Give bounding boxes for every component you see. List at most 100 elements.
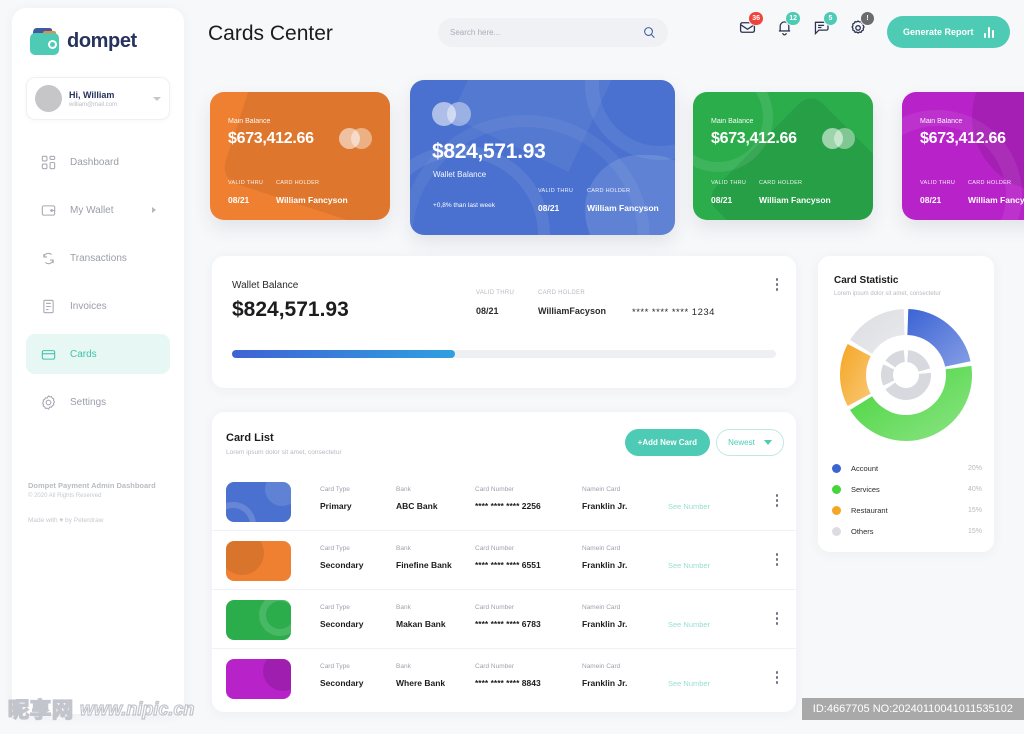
sidebar-nav: Dashboard My Wallet Transactions Invoices Ca…: [12, 142, 184, 422]
column-header-number: Card Number: [475, 486, 515, 493]
table-row[interactable]: Card Type Secondary Bank Finefine Bank Card …: [212, 531, 796, 590]
app-root: dompet Hi, William william@mail.com Dash…: [0, 0, 1024, 734]
card-trend: +0,8% than last week: [433, 202, 495, 209]
column-header-name: Namein Card: [582, 663, 621, 670]
see-number-link[interactable]: See Number: [668, 502, 710, 511]
column-header-type: Card Type: [320, 663, 350, 670]
card-label: Main Balance: [920, 118, 963, 125]
table-row[interactable]: Card Type Primary Bank ABC Bank Card Number *…: [212, 472, 796, 531]
page-title: Cards Center: [208, 22, 333, 45]
profile-greeting: Hi, William: [69, 89, 115, 100]
mail-icon[interactable]: 36: [738, 11, 764, 37]
wallet-holder-value: WilliamFacyson: [538, 306, 606, 316]
column-header-number: Card Number: [475, 604, 515, 611]
footer-title: Dompet Payment Admin Dashboard: [28, 480, 156, 490]
card-valid-value: 08/21: [711, 195, 733, 205]
generate-report-button[interactable]: Generate Report: [886, 16, 1010, 48]
wallet-icon: [40, 202, 57, 219]
sidebar-item-transactions[interactable]: Transactions: [26, 238, 170, 278]
wallet-valid-thru: VALID THRU 08/21: [476, 290, 514, 316]
row-menu-button[interactable]: [775, 553, 778, 566]
settings-alert-icon[interactable]: !: [849, 11, 875, 37]
profile-switcher[interactable]: Hi, William william@mail.com: [26, 77, 170, 120]
legend-color-dot: [832, 527, 841, 536]
card-valid-caption: VALID THRU: [228, 180, 264, 186]
column-header-type: Card Type: [320, 545, 350, 552]
wallet-panel-menu-button[interactable]: [775, 278, 778, 291]
credit-card-green[interactable]: Main Balance $673,412.66 VALID THRU 08/21 CA…: [693, 92, 873, 220]
column-header-number: Card Number: [475, 545, 515, 552]
column-header-bank: Bank: [396, 604, 411, 611]
card-holder-value: William Fancyson: [759, 195, 831, 205]
mastercard-logo-icon: [339, 128, 372, 149]
cell-bank: Finefine Bank: [396, 560, 452, 570]
sidebar-item-settings[interactable]: Settings: [26, 382, 170, 422]
card-holder-caption: CARD HOLDER: [968, 180, 1012, 186]
message-icon[interactable]: 5: [812, 11, 838, 37]
watermark-url: www.nipic.cn: [79, 698, 195, 719]
see-number-link[interactable]: See Number: [668, 679, 710, 688]
row-menu-button[interactable]: [775, 671, 778, 684]
header-icon-group: 36 12 5!: [738, 11, 875, 37]
legend-color-dot: [832, 485, 841, 494]
footer-credit: Made with ♥ by Peterdraw: [28, 517, 104, 524]
sidebar-item-label: Transactions: [70, 252, 127, 264]
see-number-link[interactable]: See Number: [668, 620, 710, 629]
legend-item: Account 20%: [832, 458, 982, 479]
legend-item: Services 40%: [832, 479, 982, 500]
sidebar-item-dashboard[interactable]: Dashboard: [26, 142, 170, 182]
bell-icon[interactable]: 12: [775, 11, 801, 37]
card-holder-caption: CARD HOLDER: [759, 180, 803, 186]
notification-badge: 36: [748, 11, 764, 26]
dashboard-icon: [40, 154, 57, 171]
legend-value: 40%: [967, 486, 982, 493]
column-header-name: Namein Card: [582, 545, 621, 552]
legend-value: 15%: [967, 507, 982, 514]
bar-chart-icon: [983, 26, 994, 38]
table-row[interactable]: Card Type Secondary Bank Makan Bank Card Num…: [212, 590, 796, 649]
card-thumbnail: [226, 659, 291, 699]
see-number-link[interactable]: See Number: [668, 561, 710, 570]
wallet-card-holder: CARD HOLDER WilliamFacyson: [538, 290, 606, 316]
cell-card-type: Secondary: [320, 678, 364, 688]
card-thumbnail: [226, 541, 291, 581]
add-new-card-button[interactable]: +Add New Card: [624, 429, 710, 456]
table-row[interactable]: Card Type Secondary Bank Where Bank Card Num…: [212, 649, 796, 708]
search-icon[interactable]: [643, 26, 656, 39]
wallet-progress-fill: [232, 350, 456, 358]
column-header-number: Card Number: [475, 663, 515, 670]
sidebar-item-my-wallet[interactable]: My Wallet: [26, 190, 170, 230]
search-input[interactable]: [450, 28, 643, 37]
credit-card-blue[interactable]: $824,571.93 Wallet Balance +0,8% than last…: [410, 80, 675, 235]
search-bar[interactable]: [438, 18, 668, 47]
row-menu-button[interactable]: [775, 612, 778, 625]
watermark-logo: 昵享网 www.nipic.cn: [7, 694, 195, 724]
cards-icon: [40, 346, 57, 363]
cell-card-number: **** **** **** 2256: [475, 501, 541, 511]
sidebar-footer: Dompet Payment Admin Dashboard © 2020 Al…: [28, 480, 178, 524]
credit-card-purple[interactable]: Main Balance $673,412.66 VALID THRU 08/21 CA…: [902, 92, 1024, 220]
card-thumbnail: [226, 600, 291, 640]
card-list-panel: Card List Lorem ipsum dolor sit amet, co…: [212, 412, 796, 712]
brand-logo[interactable]: dompet: [12, 8, 184, 55]
notification-badge: 12: [785, 11, 801, 26]
card-holder-caption: CARD HOLDER: [587, 188, 631, 194]
sidebar-item-label: My Wallet: [70, 204, 114, 216]
card-valid-caption: VALID THRU: [920, 180, 956, 186]
card-holder-value: William Fancyson: [276, 195, 348, 205]
sidebar-item-cards[interactable]: Cards: [26, 334, 170, 374]
legend-item: Others 15%: [832, 521, 982, 542]
mastercard-logo-icon: [822, 128, 855, 149]
transactions-icon: [40, 250, 57, 267]
chevron-down-icon: [763, 440, 772, 445]
cell-card-number: **** **** **** 8843: [475, 678, 541, 688]
notification-badge: !: [860, 11, 875, 26]
sidebar-item-invoices[interactable]: Invoices: [26, 286, 170, 326]
row-menu-button[interactable]: [775, 494, 778, 507]
sort-dropdown[interactable]: Newest: [716, 429, 784, 456]
mastercard-logo-icon: [432, 102, 471, 126]
credit-card-orange[interactable]: Main Balance $673,412.66 VALID THRU 08/21 CA…: [210, 92, 390, 220]
wallet-panel-title: Wallet Balance: [232, 280, 299, 291]
sidebar-item-label: Dashboard: [70, 156, 119, 168]
watermark-cjk: 昵享网: [7, 698, 74, 723]
